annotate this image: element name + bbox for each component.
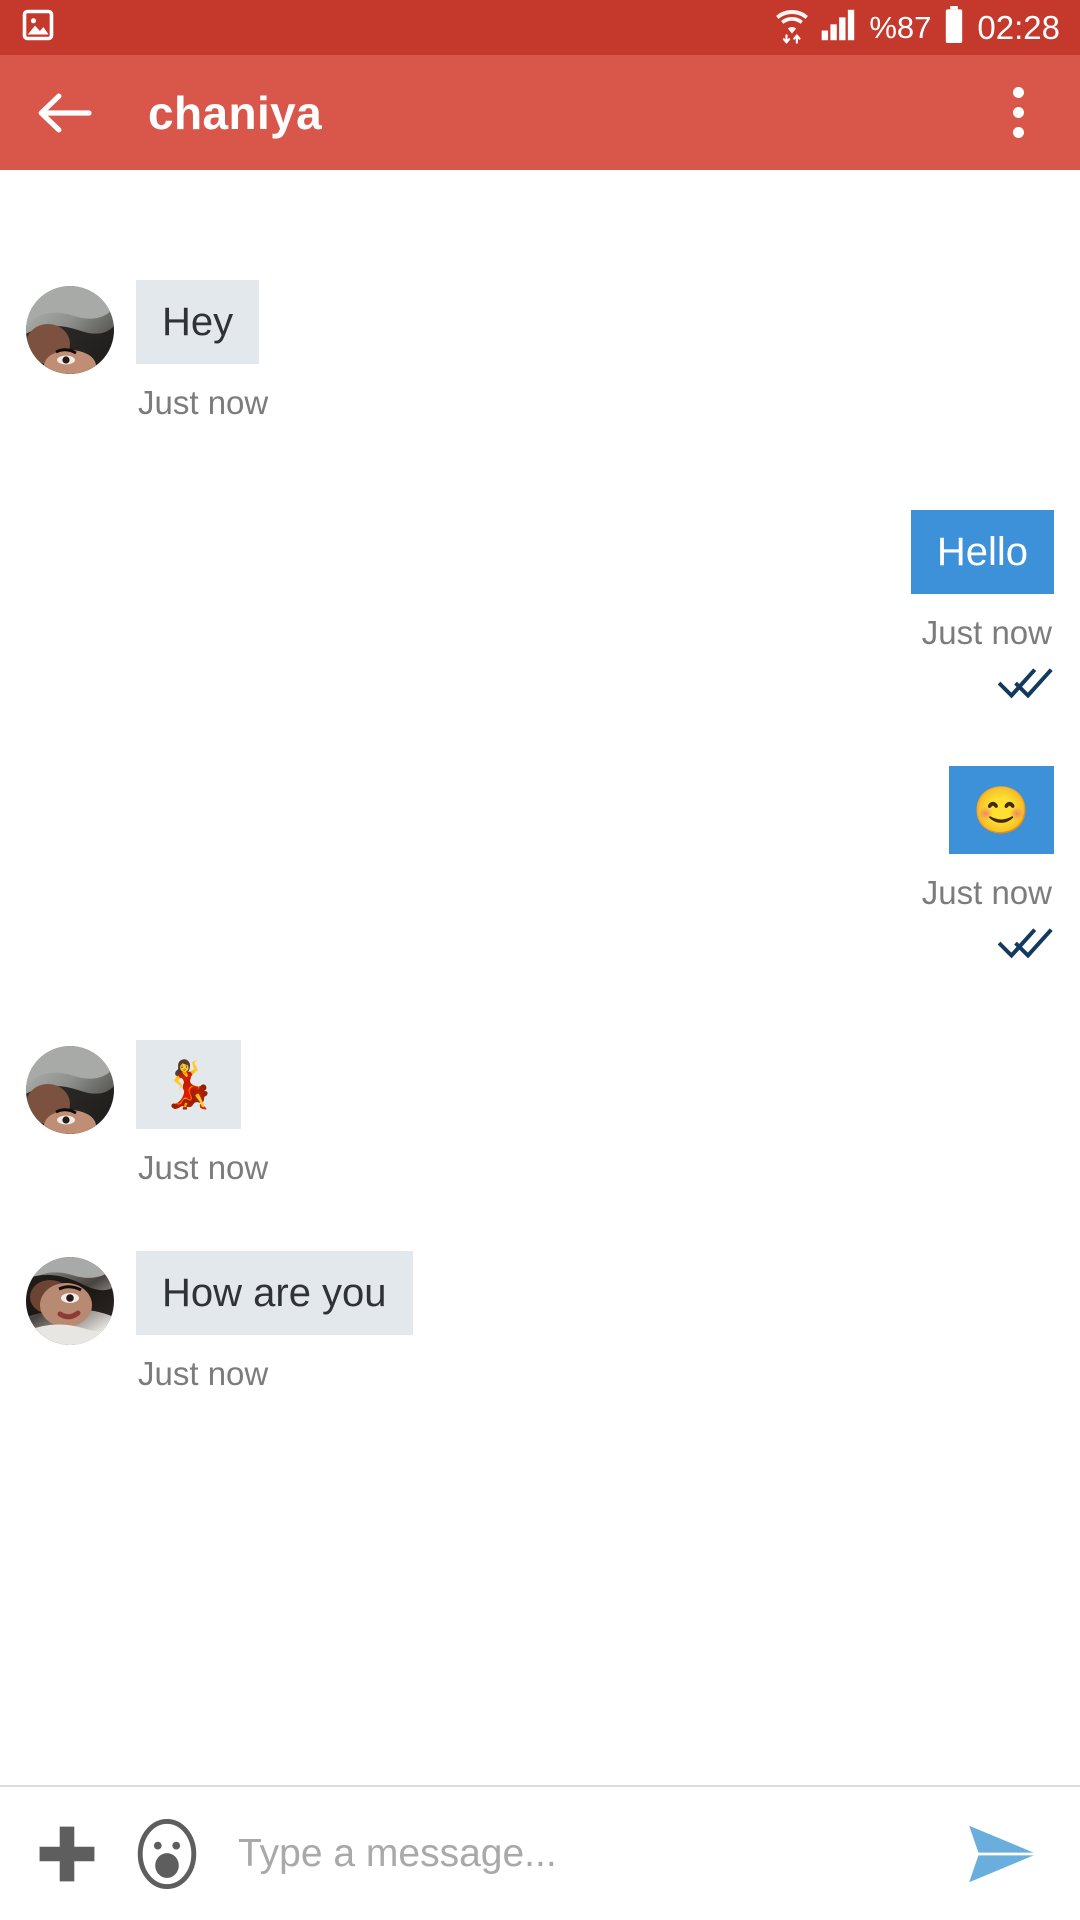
chat-screen: %87 02:28 chaniya Hey Just now Hello Jus… bbox=[0, 0, 1080, 1920]
more-dot bbox=[1012, 87, 1024, 98]
back-arrow-icon[interactable] bbox=[34, 82, 96, 144]
page-title: chaniya bbox=[148, 86, 323, 139]
status-bar-left bbox=[20, 7, 56, 48]
app-bar: chaniya bbox=[0, 55, 1080, 170]
more-dot bbox=[1012, 127, 1024, 138]
message-row-incoming: How are you Just now bbox=[0, 1250, 1080, 1393]
message-row-outgoing: 😊 Just now bbox=[0, 766, 1080, 962]
message-timestamp: Just now bbox=[921, 614, 1052, 651]
message-row-outgoing: Hello Just now bbox=[0, 510, 1080, 702]
message-row-incoming: 💃 Just now bbox=[0, 1040, 1080, 1186]
message-bubble-group: How are you Just now bbox=[136, 1250, 413, 1393]
message-bubble-group: 😊 Just now bbox=[922, 766, 1054, 962]
message-timestamp: Just now bbox=[921, 874, 1052, 912]
message-row-incoming: Hey Just now bbox=[0, 280, 1080, 422]
message-input[interactable] bbox=[226, 1831, 934, 1876]
message-emoji[interactable]: 💃 bbox=[136, 1040, 242, 1129]
message-timestamp: Just now bbox=[138, 1148, 269, 1186]
message-list[interactable]: Hey Just now Hello Just now 😊 Just now 💃… bbox=[0, 170, 1080, 1785]
status-bar-clock: 02:28 bbox=[977, 8, 1060, 46]
message-composer bbox=[0, 1785, 1080, 1920]
message-text[interactable]: Hey bbox=[136, 280, 260, 364]
avatar[interactable] bbox=[26, 286, 114, 374]
message-timestamp: Just now bbox=[138, 1354, 269, 1392]
message-bubble-group: 💃 Just now bbox=[136, 1040, 268, 1186]
status-bar-right: %87 02:28 bbox=[775, 5, 1060, 50]
cellular-signal-icon bbox=[821, 8, 857, 47]
double-check-icon bbox=[998, 662, 1054, 702]
more-vertical-icon[interactable] bbox=[990, 77, 1046, 149]
avatar[interactable] bbox=[26, 1046, 114, 1135]
battery-full-icon bbox=[943, 6, 965, 49]
image-icon bbox=[20, 7, 56, 48]
message-text[interactable]: Hello bbox=[910, 510, 1054, 594]
message-bubble-group: Hey Just now bbox=[136, 280, 268, 422]
plus-icon[interactable] bbox=[30, 1817, 104, 1891]
battery-percent-label: %87 bbox=[869, 9, 932, 45]
message-bubble-group: Hello Just now bbox=[910, 510, 1054, 702]
wifi-updown-icon bbox=[775, 5, 809, 50]
emoji-face-icon[interactable] bbox=[130, 1817, 204, 1891]
message-timestamp: Just now bbox=[138, 384, 269, 421]
send-paper-plane-icon[interactable] bbox=[954, 1814, 1050, 1894]
avatar[interactable] bbox=[26, 1256, 114, 1345]
message-emoji[interactable]: 😊 bbox=[948, 766, 1054, 855]
message-text[interactable]: How are you bbox=[136, 1250, 413, 1335]
more-dot bbox=[1012, 107, 1024, 118]
double-check-icon bbox=[998, 922, 1054, 962]
status-bar: %87 02:28 bbox=[0, 0, 1080, 55]
